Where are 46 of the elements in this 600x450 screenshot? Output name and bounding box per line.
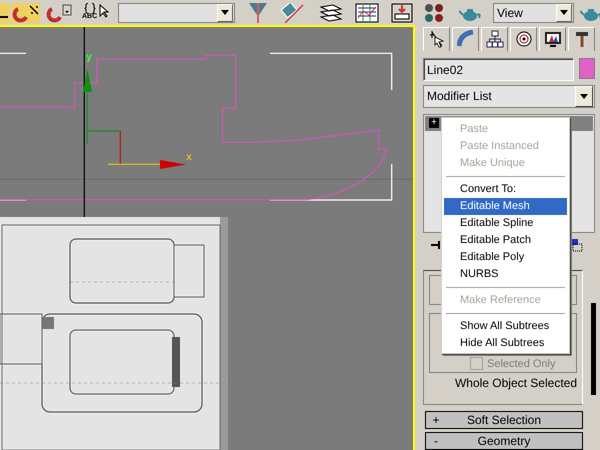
menu-item[interactable]: NURBS [444,266,567,283]
pin-icon[interactable] [431,238,443,251]
object-color-swatch[interactable] [579,58,595,79]
cursor-icon [428,30,446,48]
utilities-tab[interactable] [568,27,595,51]
menu-item[interactable]: Editable Poly [444,249,567,266]
braces-icon [84,2,96,14]
menu-item[interactable]: Convert To: [444,181,567,198]
curve-icon [456,30,474,48]
target-icon [514,30,532,48]
snap-icon[interactable] [0,2,10,22]
checkbox-label: Selected Only [487,358,556,370]
menu-item[interactable]: Editable Spline [444,215,567,232]
mirror-icon[interactable] [247,2,269,22]
object-name-field[interactable]: Line02 [423,58,574,81]
layers-icon[interactable] [319,2,343,22]
motion-tab[interactable] [510,27,537,51]
align-icon[interactable] [279,2,305,22]
menu-item[interactable]: Hide All Subtrees [444,335,567,352]
scrollbar[interactable] [591,303,596,395]
display-tab[interactable] [539,27,566,51]
monitor-icon [544,30,562,48]
menu-item[interactable]: Editable Mesh [444,198,567,215]
view-dropdown[interactable]: View [493,2,574,22]
rollout-header[interactable]: - Geometry [425,432,583,450]
hierarchy-tab[interactable] [481,27,508,51]
selection-set-dropdown[interactable] [118,2,235,22]
hierarchy-icon [486,30,504,48]
caret-icon [560,10,568,15]
cursor-icon [99,4,109,18]
rollout-header[interactable]: + Soft Selection [425,411,583,430]
selection-status: Whole Object Selected [454,376,577,390]
magnet-icon[interactable] [12,2,40,22]
modify-tab[interactable] [452,27,479,51]
material-spheres-icon[interactable] [424,2,444,22]
expand-toggle[interactable]: + [429,118,439,128]
modifier-list-dropdown[interactable]: Modifier List [423,84,595,108]
menu-item[interactable]: Editable Patch [444,232,567,249]
caret-icon [580,94,588,99]
graph-editor-icon[interactable] [355,2,379,22]
create-tab[interactable] [423,27,450,51]
render-frame-icon[interactable] [390,2,414,22]
caret-icon [221,10,229,15]
axis-label: y [86,52,92,63]
menu-item[interactable]: Show All Subtrees [444,318,567,335]
axis-label: x [186,152,192,163]
